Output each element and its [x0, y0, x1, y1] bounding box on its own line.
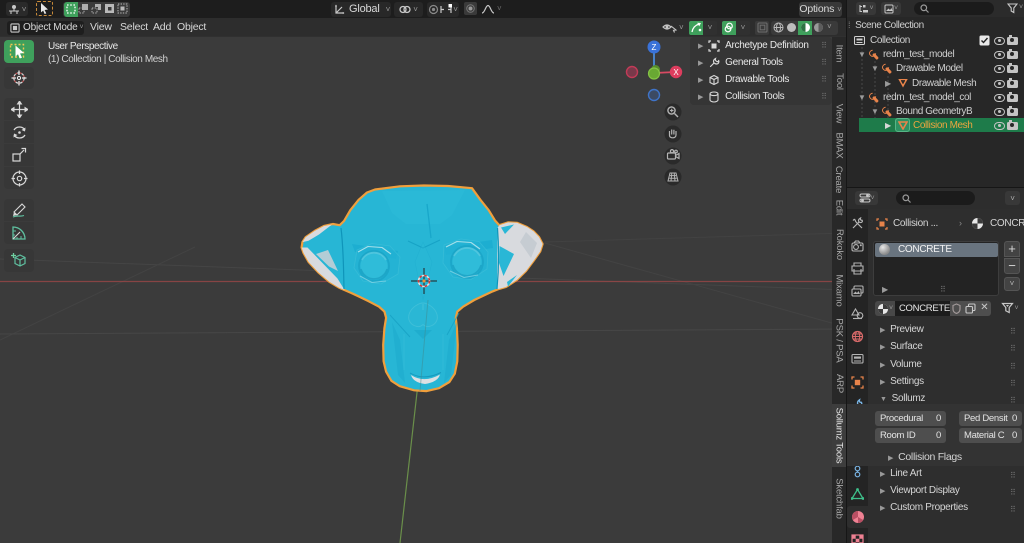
svg-text:Z: Z: [652, 43, 657, 52]
svg-text:X: X: [673, 68, 679, 77]
